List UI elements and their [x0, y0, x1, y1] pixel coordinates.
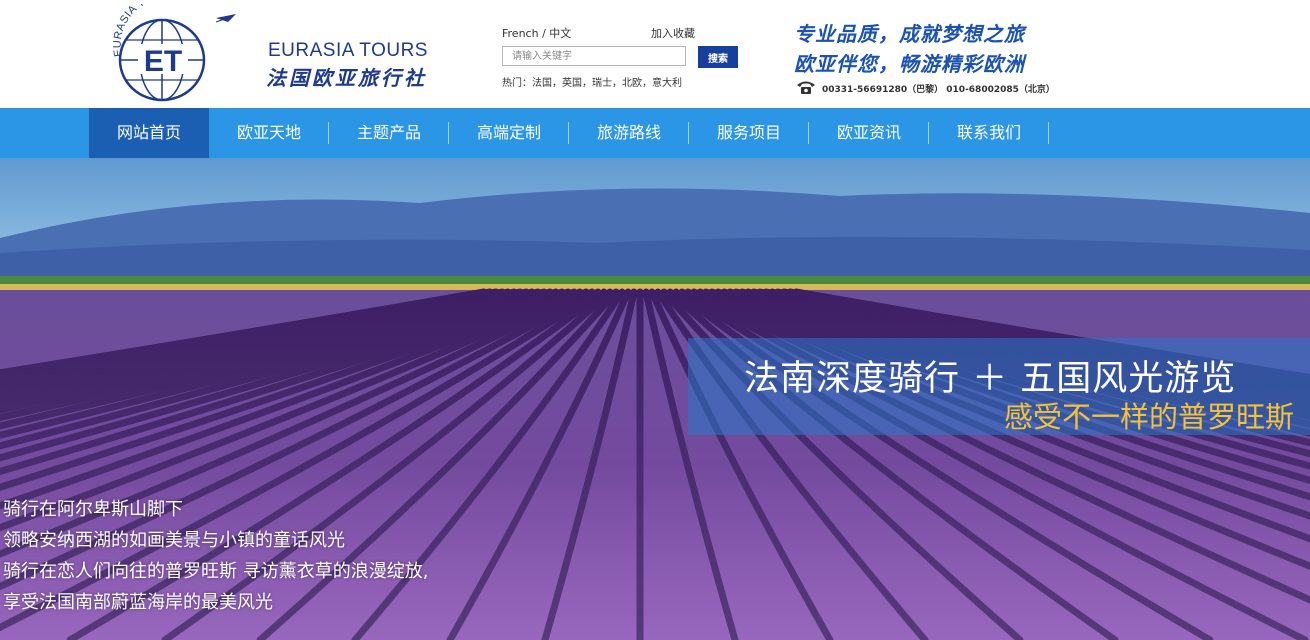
banner-description-line: 领略安纳西湖的如画美景与小镇的童话风光 — [3, 530, 345, 551]
add-bookmark-link[interactable]: 加入收藏 — [651, 25, 695, 41]
nav-item-label: 欧亚资讯 — [836, 123, 901, 142]
site-header: ET EURASIA TOURS EURASIA TOURS 法国欧亚旅行社 F… — [0, 0, 1310, 108]
nav-item[interactable]: 高端定制 — [449, 108, 569, 158]
slogan-line-1: 专业品质，成就梦想之旅 — [794, 22, 1025, 46]
nav-item-label: 联系我们 — [956, 123, 1021, 142]
nav-item[interactable]: 旅游路线 — [569, 108, 689, 158]
nav-item-label: 主题产品 — [356, 123, 421, 142]
slogan-line-2: 欧亚伴您，畅游精彩欧洲 — [794, 52, 1025, 76]
nav-divider — [1048, 122, 1049, 144]
nav-item-label: 欧亚天地 — [236, 123, 301, 142]
search-button[interactable]: 搜索 — [698, 46, 738, 68]
logo-name-en: EURASIA TOURS — [268, 40, 428, 61]
nav-item-label: 服务项目 — [716, 123, 781, 142]
phone-numbers: 00331-56691280（巴黎） 010-68002085（北京） — [822, 85, 1055, 95]
nav-item[interactable]: 网站首页 — [89, 108, 209, 158]
site-logo[interactable]: ET EURASIA TOURS EURASIA TOURS 法国欧亚旅行社 — [104, 4, 466, 104]
telephone-icon — [797, 81, 815, 94]
hot-destinations: 热门：法国，英国，瑞士，北欧，意大利 — [502, 78, 682, 89]
search-input[interactable] — [502, 46, 686, 66]
banner-caption: 法南深度骑行 ＋ 五国风光游览 感受不一样的普罗旺斯 — [688, 338, 1310, 435]
globe-logo-icon: ET EURASIA TOURS — [112, 4, 236, 102]
nav-item[interactable]: 联系我们 — [929, 108, 1049, 158]
banner-subtitle: 感受不一样的普罗旺斯 — [1004, 400, 1295, 434]
nav-item-label: 高端定制 — [476, 123, 541, 142]
banner-description-line: 骑行在恋人们向往的普罗旺斯 寻访薰衣草的浪漫绽放, — [3, 561, 429, 582]
nav-item[interactable]: 服务项目 — [689, 108, 809, 158]
nav-item[interactable]: 欧亚天地 — [209, 108, 329, 158]
nav-list: 网站首页 欧亚天地 主题产品 高端定制 旅游路线 服务项目 欧亚资讯 联系我们 — [89, 108, 1049, 158]
main-navigation: 网站首页 欧亚天地 主题产品 高端定制 旅游路线 服务项目 欧亚资讯 联系我们 — [0, 108, 1310, 158]
nav-item-label: 网站首页 — [116, 123, 181, 142]
banner-description-line: 享受法国南部蔚蓝海岸的最美风光 — [3, 592, 273, 613]
nav-item[interactable]: 主题产品 — [329, 108, 449, 158]
language-switch[interactable]: French / 中文 — [502, 25, 571, 41]
banner-description: 骑行在阿尔卑斯山脚下领略安纳西湖的如画美景与小镇的童话风光骑行在恋人们向往的普罗… — [3, 494, 428, 618]
nav-item[interactable]: 欧亚资讯 — [809, 108, 929, 158]
banner-description-line: 骑行在阿尔卑斯山脚下 — [3, 499, 183, 520]
svg-text:ET: ET — [144, 45, 182, 78]
logo-name-cn: 法国欧亚旅行社 — [266, 66, 427, 90]
hero-banner[interactable]: 法南深度骑行 ＋ 五国风光游览 感受不一样的普罗旺斯 骑行在阿尔卑斯山脚下领略安… — [0, 158, 1310, 640]
nav-item-label: 旅游路线 — [596, 123, 661, 142]
